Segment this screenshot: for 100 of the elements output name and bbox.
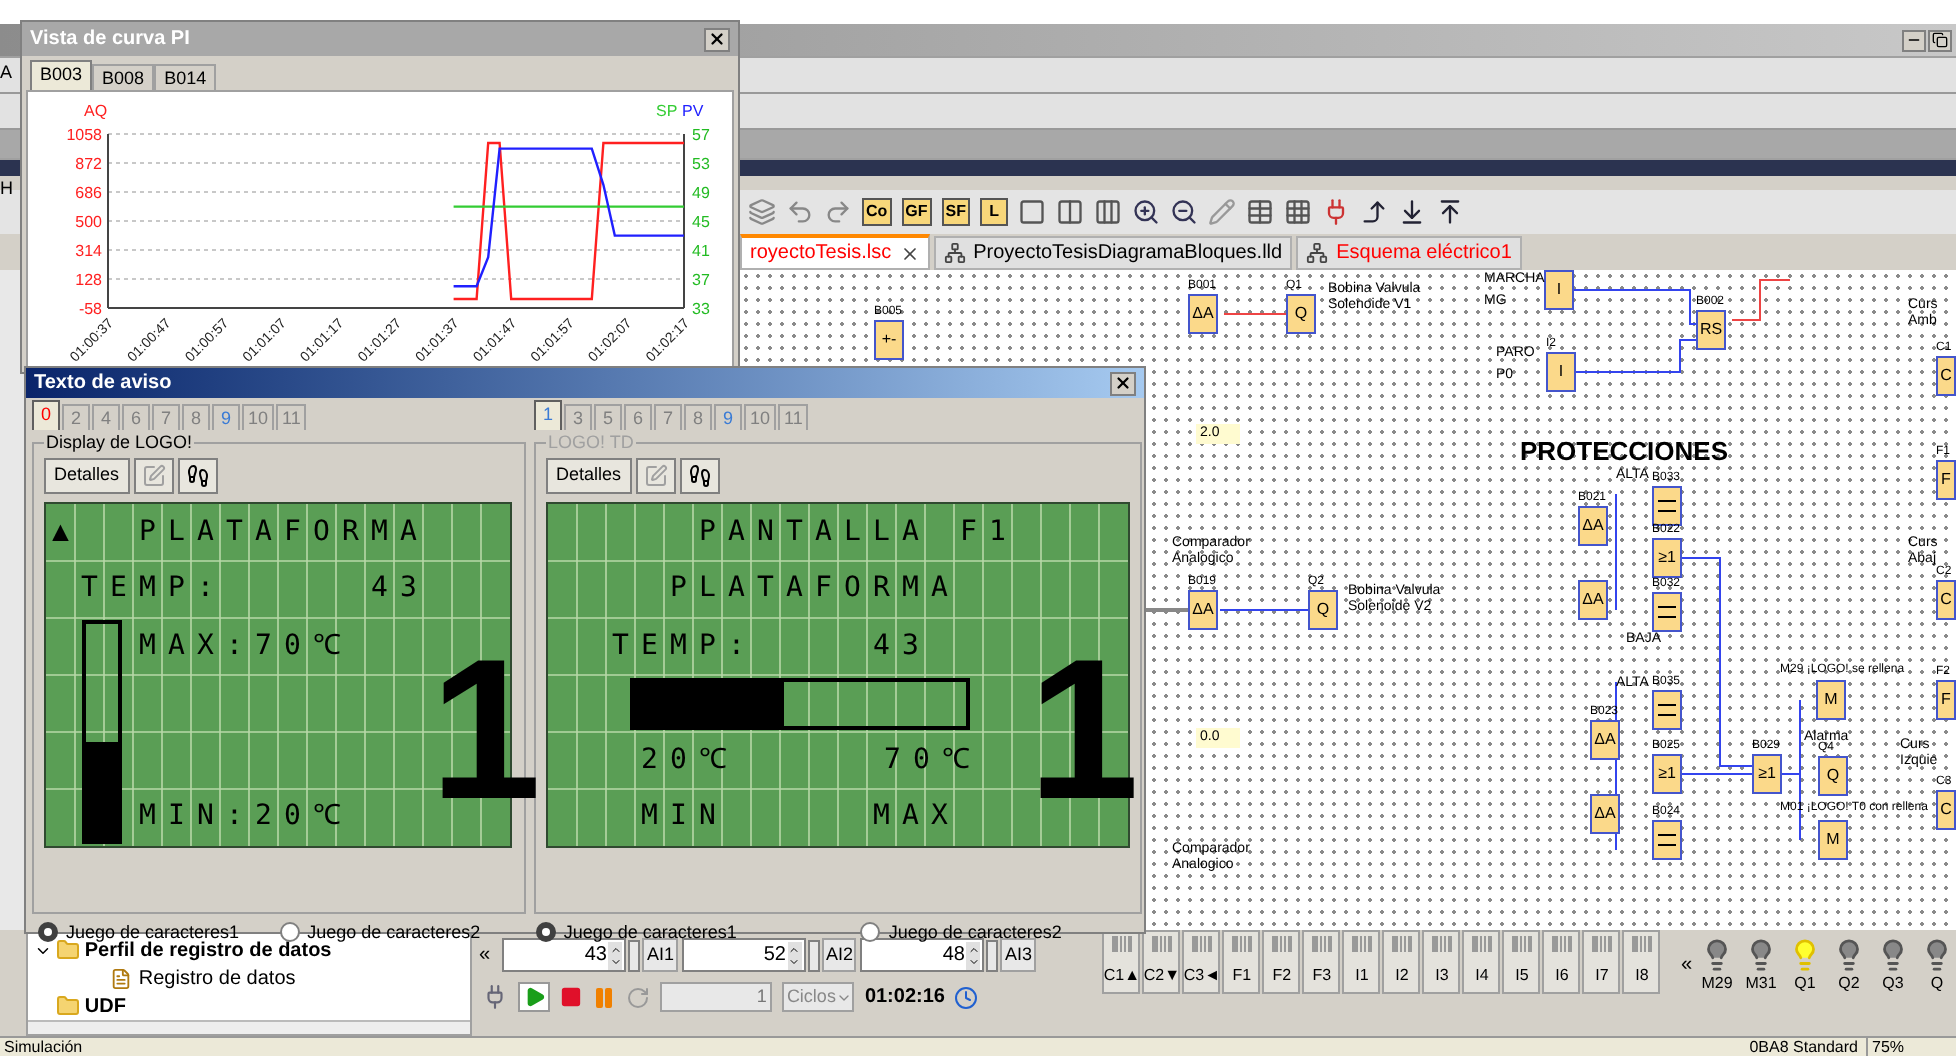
toolbar-button[interactable]: Co bbox=[862, 198, 892, 226]
input-button[interactable]: F1 bbox=[1222, 930, 1261, 994]
spinner-arrows[interactable] bbox=[787, 941, 802, 969]
function-block[interactable] bbox=[1652, 820, 1682, 860]
function-block[interactable]: C bbox=[1936, 790, 1956, 830]
input-button[interactable]: I2 bbox=[1382, 930, 1421, 994]
function-block[interactable]: Q bbox=[1308, 590, 1338, 630]
cycles-field[interactable]: 1 bbox=[660, 982, 773, 1012]
function-block[interactable]: I bbox=[1544, 270, 1574, 310]
run-button[interactable] bbox=[518, 982, 551, 1012]
slider-thumb[interactable] bbox=[986, 939, 999, 971]
tree-item[interactable]: Registro de datos bbox=[138, 963, 296, 993]
restore-button[interactable] bbox=[1928, 29, 1952, 51]
undo-icon[interactable] bbox=[786, 198, 814, 226]
toolbar-button[interactable]: L bbox=[980, 198, 1009, 226]
close-button[interactable] bbox=[1110, 371, 1136, 395]
input-button[interactable]: C3◄ bbox=[1182, 930, 1221, 994]
toolbar-button[interactable]: SF bbox=[941, 198, 971, 226]
function-block[interactable]: I bbox=[1546, 352, 1576, 392]
input-button[interactable]: I3 bbox=[1422, 930, 1461, 994]
arrow-up-icon[interactable] bbox=[1436, 198, 1465, 226]
function-block[interactable]: Q bbox=[1286, 294, 1316, 334]
input-button[interactable]: F2 bbox=[1262, 930, 1301, 994]
connector-icon[interactable] bbox=[1360, 198, 1389, 226]
analog-input-button[interactable]: AI3 bbox=[1000, 938, 1036, 972]
details-button[interactable]: Detalles bbox=[44, 457, 130, 493]
analog-value-field[interactable]: 52 bbox=[681, 938, 806, 972]
document-tab[interactable]: royectoTesis.lsc bbox=[740, 234, 930, 270]
y-tick-label: 686 bbox=[75, 184, 102, 202]
zoom-out-icon[interactable] bbox=[1170, 198, 1199, 226]
collapse-toggle[interactable]: « bbox=[1680, 938, 1692, 980]
minimize-button[interactable] bbox=[1902, 29, 1926, 51]
function-block[interactable]: ΔA bbox=[1578, 506, 1608, 546]
y-tick-label: 37 bbox=[692, 271, 710, 289]
function-block[interactable]: Q bbox=[1818, 756, 1848, 796]
function-block[interactable]: ΔA bbox=[1590, 720, 1620, 760]
plug-icon[interactable] bbox=[482, 984, 509, 1010]
switch-icon bbox=[1431, 936, 1452, 952]
input-button[interactable]: I7 bbox=[1582, 930, 1621, 994]
grid-icon[interactable] bbox=[1284, 198, 1313, 226]
function-block[interactable] bbox=[1652, 690, 1682, 730]
function-block[interactable]: M bbox=[1816, 680, 1846, 720]
function-block[interactable]: C bbox=[1936, 580, 1956, 620]
slider-thumb[interactable] bbox=[807, 939, 820, 971]
chart-tab[interactable]: B014 bbox=[154, 64, 217, 90]
function-block[interactable]: +- bbox=[874, 320, 904, 360]
table-icon[interactable] bbox=[1246, 198, 1275, 226]
function-block[interactable] bbox=[1652, 486, 1682, 526]
function-block[interactable]: F bbox=[1936, 680, 1956, 720]
function-block[interactable]: F bbox=[1936, 460, 1956, 500]
input-button[interactable]: C1▲ bbox=[1102, 930, 1141, 994]
close-icon[interactable] bbox=[899, 243, 920, 263]
single-view-icon[interactable] bbox=[1018, 198, 1047, 226]
input-button[interactable]: I1 bbox=[1342, 930, 1381, 994]
input-button[interactable]: I4 bbox=[1462, 930, 1501, 994]
slider-thumb[interactable] bbox=[628, 939, 641, 971]
series-label: SP bbox=[656, 102, 678, 120]
function-block[interactable]: ≥1 bbox=[1652, 754, 1682, 794]
steps-button[interactable] bbox=[679, 457, 720, 493]
analog-input-button[interactable]: AI2 bbox=[821, 938, 857, 972]
function-block[interactable]: ΔA bbox=[1590, 794, 1620, 834]
close-button[interactable] bbox=[704, 27, 730, 51]
function-block[interactable]: M bbox=[1818, 820, 1848, 860]
input-button[interactable]: I5 bbox=[1502, 930, 1541, 994]
arrow-down-icon[interactable] bbox=[1398, 198, 1427, 226]
diagram-icon bbox=[943, 242, 966, 264]
input-button[interactable]: F3 bbox=[1302, 930, 1341, 994]
input-button[interactable]: I8 bbox=[1622, 930, 1661, 994]
input-button[interactable]: I6 bbox=[1542, 930, 1581, 994]
function-block[interactable]: ΔA bbox=[1188, 590, 1218, 630]
switch-icon bbox=[1191, 936, 1212, 952]
analog-input-button[interactable]: AI1 bbox=[642, 938, 678, 972]
spinner-arrows[interactable] bbox=[966, 941, 981, 969]
function-block[interactable]: ≥1 bbox=[1652, 538, 1682, 578]
steps-button[interactable] bbox=[177, 457, 218, 493]
function-block[interactable]: ≥1 bbox=[1752, 754, 1782, 794]
clock-icon[interactable] bbox=[954, 985, 979, 1009]
input-button[interactable]: C2▼ bbox=[1142, 930, 1181, 994]
spinner-arrows[interactable] bbox=[608, 941, 623, 969]
function-block[interactable]: C bbox=[1936, 356, 1956, 396]
window-title: Texto de aviso bbox=[34, 370, 172, 398]
toolbar-button[interactable]: GF bbox=[901, 198, 932, 226]
function-block[interactable] bbox=[1652, 592, 1682, 632]
horizontal-scrollbar[interactable] bbox=[28, 1020, 471, 1034]
tree-item[interactable]: UDF bbox=[84, 991, 126, 1021]
edit-icon bbox=[141, 463, 166, 487]
simulation-time: 01:02:16 bbox=[864, 984, 945, 1012]
redo-icon[interactable] bbox=[824, 198, 852, 226]
chart-tab[interactable]: B003 bbox=[30, 60, 93, 90]
function-block[interactable]: ΔA bbox=[1188, 294, 1218, 334]
layers-icon[interactable] bbox=[748, 198, 776, 226]
collapse-toggle[interactable]: « bbox=[478, 940, 499, 970]
triple-view-icon[interactable] bbox=[1094, 198, 1123, 226]
chart-tab[interactable]: B008 bbox=[92, 64, 155, 90]
stop-icon[interactable] bbox=[560, 986, 583, 1008]
split-view-icon[interactable] bbox=[1056, 198, 1085, 226]
function-block[interactable]: ΔA bbox=[1578, 580, 1608, 620]
function-block[interactable]: RS bbox=[1696, 310, 1726, 350]
document-tab[interactable]: ProyectoTesisDiagramaBloques.lld bbox=[933, 236, 1293, 270]
zoom-in-icon[interactable] bbox=[1132, 198, 1161, 226]
